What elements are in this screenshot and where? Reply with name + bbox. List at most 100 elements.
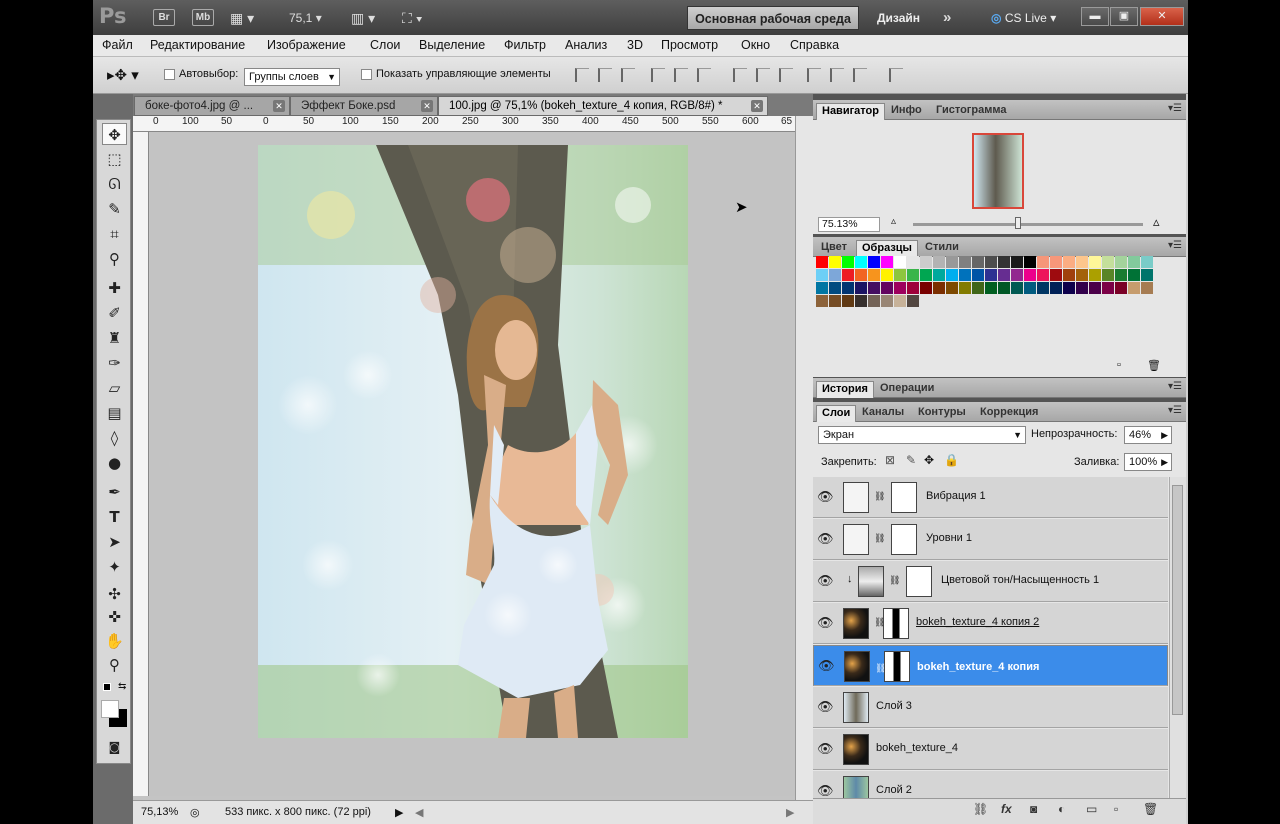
minimize-button[interactable]: ▬ [1081, 7, 1109, 26]
color-swatch[interactable] [1037, 256, 1049, 268]
close-tab-icon[interactable]: ✕ [273, 100, 285, 112]
layer-row[interactable]: 👁 Слой 2 [813, 771, 1168, 798]
visibility-eye-icon[interactable]: 👁 [817, 699, 834, 715]
color-swatch[interactable] [1050, 256, 1062, 268]
zoom-level-select[interactable]: 75,1 ▾ [289, 8, 322, 28]
delete-swatch-icon[interactable]: 🗑 [1147, 359, 1161, 372]
color-swatch[interactable] [985, 282, 997, 294]
layer-thumbnail[interactable] [843, 776, 869, 798]
color-swatch[interactable] [933, 256, 945, 268]
panel-menu-icon[interactable]: ▾☰ [1168, 381, 1182, 392]
color-swatch[interactable] [907, 269, 919, 281]
autoselect-target-select[interactable]: Группы слоев ▼ [244, 68, 340, 86]
color-swatch[interactable] [1037, 269, 1049, 281]
color-swatch[interactable] [1115, 282, 1127, 294]
align-right-icon[interactable] [697, 68, 711, 82]
tab-effect-boke[interactable]: Эффект Боке.psd ✕ [290, 96, 438, 116]
distribute-right-icon[interactable] [853, 68, 867, 82]
color-swatch[interactable] [998, 256, 1010, 268]
dodge-tool-icon[interactable]: ● [102, 452, 127, 474]
align-bottom-icon[interactable] [621, 68, 635, 82]
new-layer-icon[interactable]: ▫ [1114, 802, 1118, 816]
color-swatch[interactable] [868, 282, 880, 294]
navigator-zoom-field[interactable]: 75.13% [818, 217, 880, 232]
color-swatch[interactable] [1024, 256, 1036, 268]
menu-view[interactable]: Просмотр [661, 38, 718, 52]
color-swatch[interactable] [842, 256, 854, 268]
color-swatch[interactable] [829, 256, 841, 268]
type-tool-icon[interactable]: T [102, 506, 127, 528]
marquee-tool-icon[interactable]: ⬚ [102, 148, 127, 170]
hand-tool-icon[interactable]: ✋ [102, 630, 127, 652]
layer-mask-thumbnail[interactable] [891, 524, 917, 555]
history-brush-tool-icon[interactable]: ✑ [102, 352, 127, 374]
navigator-thumbnail[interactable] [972, 133, 1024, 209]
color-swatch[interactable] [998, 269, 1010, 281]
color-swatch[interactable] [894, 282, 906, 294]
visibility-eye-icon[interactable]: 👁 [818, 658, 835, 674]
color-swatch[interactable] [868, 256, 880, 268]
menu-filter[interactable]: Фильтр [504, 38, 546, 52]
lasso-tool-icon[interactable]: ᘏ [102, 173, 127, 195]
new-group-icon[interactable]: ▭ [1086, 802, 1097, 816]
visibility-eye-icon[interactable]: 👁 [817, 783, 834, 798]
color-swatch[interactable] [894, 256, 906, 268]
pen-tool-icon[interactable]: ✒ [102, 481, 127, 503]
tab-adjustments[interactable]: Коррекция [975, 405, 1043, 422]
color-swatch[interactable] [946, 282, 958, 294]
workspace-design-button[interactable]: Дизайн [877, 8, 920, 28]
menu-analysis[interactable]: Анализ [565, 38, 607, 52]
cs-live-button[interactable]: ◎ CS Live ▾ [991, 8, 1056, 28]
color-swatch[interactable] [868, 295, 880, 307]
color-swatch[interactable] [855, 282, 867, 294]
color-swatch[interactable] [959, 256, 971, 268]
color-swatch[interactable] [855, 269, 867, 281]
color-swatch[interactable] [855, 295, 867, 307]
quick-mask-icon[interactable]: ◙ [102, 736, 127, 758]
layer-thumbnail[interactable] [843, 692, 869, 723]
adjustment-layer-icon[interactable]: ◐ [1058, 802, 1065, 816]
color-swatch[interactable] [920, 256, 932, 268]
fill-field[interactable]: 100% ▶ [1124, 453, 1172, 471]
color-swatch[interactable] [1102, 256, 1114, 268]
color-swatch[interactable] [1024, 282, 1036, 294]
custom-shape-tool-icon[interactable]: ✦ [102, 556, 127, 578]
move-tool-icon[interactable]: ✥ [102, 123, 127, 145]
navigator-zoom-slider[interactable] [913, 223, 1143, 226]
color-swatch[interactable] [1141, 256, 1153, 268]
swatch-grid[interactable] [816, 256, 1162, 308]
distribute-horizontal-centers-icon[interactable] [830, 68, 844, 82]
bridge-button[interactable]: Br [153, 9, 175, 26]
color-swatch[interactable] [1089, 269, 1101, 281]
lock-position-icon[interactable]: ✥ [924, 453, 934, 467]
tab-boke-foto4[interactable]: боке-фото4.jpg @ ... ✕ [134, 96, 290, 116]
menu-window[interactable]: Окно [741, 38, 770, 52]
layer-thumbnail[interactable] [844, 651, 870, 682]
tab-styles[interactable]: Стили [920, 240, 964, 257]
layer-row[interactable]: 👁 bokeh_texture_4 [813, 729, 1168, 770]
new-swatch-icon[interactable]: ▫ [1117, 359, 1121, 371]
color-swatch[interactable] [1128, 269, 1140, 281]
tab-100-jpg[interactable]: 100.jpg @ 75,1% (bokeh_texture_4 копия, … [438, 96, 768, 116]
tab-histogram[interactable]: Гистограмма [931, 103, 1011, 120]
quick-selection-tool-icon[interactable]: ✎ [102, 198, 127, 220]
layers-scrollbar-thumb[interactable] [1172, 485, 1183, 715]
default-colors-icon[interactable] [103, 683, 111, 691]
color-swatch[interactable] [946, 256, 958, 268]
add-mask-icon[interactable]: ◙ [1030, 802, 1037, 816]
color-swatch[interactable] [829, 295, 841, 307]
auto-align-layers-icon[interactable] [889, 68, 903, 82]
healing-brush-tool-icon[interactable]: ✚ [102, 277, 127, 299]
color-swatch[interactable] [1128, 256, 1140, 268]
eyedropper-tool-icon[interactable]: ⚲ [102, 248, 127, 270]
3d-rotate-tool-icon[interactable]: ✣ [102, 583, 127, 605]
gradient-tool-icon[interactable]: ▤ [102, 402, 127, 424]
panel-menu-icon[interactable]: ▾☰ [1168, 240, 1182, 251]
color-swatch[interactable] [842, 269, 854, 281]
tab-info[interactable]: Инфо [886, 103, 927, 120]
color-swatch[interactable] [1141, 282, 1153, 294]
layer-mask-thumbnail[interactable] [883, 608, 909, 639]
color-swatch[interactable] [1063, 269, 1075, 281]
color-swatch[interactable] [1115, 256, 1127, 268]
layer-row[interactable]: 👁 ⛓ bokeh_texture_4 копия 2 [813, 603, 1168, 644]
